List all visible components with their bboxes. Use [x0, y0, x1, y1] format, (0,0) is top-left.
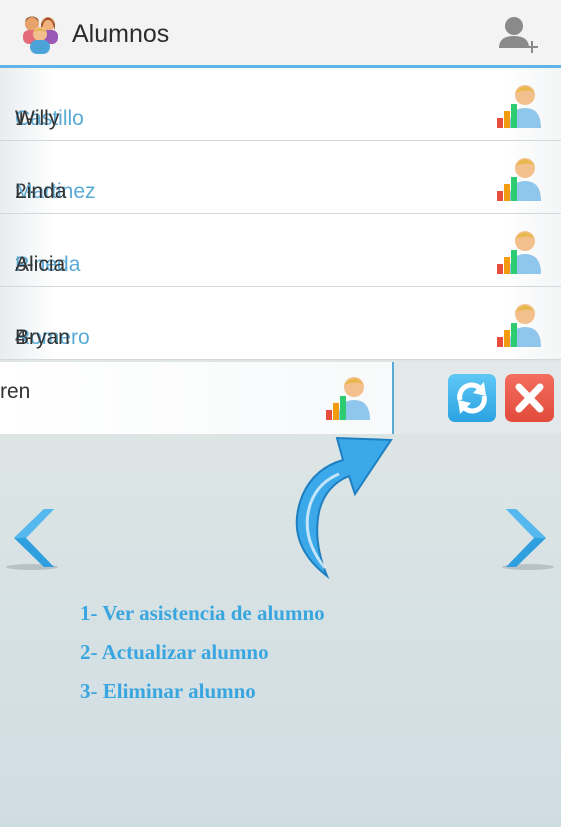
close-icon — [515, 383, 544, 413]
chevron-left-icon[interactable] — [4, 505, 60, 571]
help-line-delete: 3- Eliminar alumno — [80, 679, 256, 703]
add-user-icon[interactable] — [496, 14, 540, 56]
action-bar: Alumnos — [0, 0, 561, 68]
help-text: 1- Ver asistencia de alumno 2- Actualiza… — [80, 594, 325, 711]
delete-student-button[interactable] — [505, 374, 554, 422]
student-stats-icon[interactable] — [322, 372, 374, 424]
list-item[interactable]: 2- Martinez Linda — [0, 141, 561, 214]
student-stats-icon[interactable] — [493, 299, 545, 351]
chevron-right-icon[interactable] — [500, 505, 556, 571]
update-student-button[interactable] — [448, 374, 496, 422]
partial-name: ren — [0, 380, 31, 403]
swiped-row-front[interactable]: ren — [0, 362, 394, 434]
first-name: Alicia — [15, 253, 66, 276]
student-stats-icon[interactable] — [493, 80, 545, 132]
student-stats-icon[interactable] — [493, 226, 545, 278]
first-name: Willy — [15, 107, 60, 130]
first-name: Bryan — [15, 326, 70, 349]
student-list: 1- Castillo Willy 2- Martinez Linda 3- P… — [0, 68, 561, 360]
students-group-icon — [23, 16, 58, 54]
curved-arrow-icon — [295, 436, 393, 580]
help-line-view-attendance: 1- Ver asistencia de alumno — [80, 601, 325, 625]
page-title: Alumnos — [72, 20, 170, 48]
first-name: Linda — [15, 180, 67, 203]
help-line-update: 2- Actualizar alumno — [80, 640, 269, 664]
refresh-icon — [457, 382, 487, 414]
student-stats-icon[interactable] — [493, 153, 545, 205]
list-item[interactable]: 3- Pineda Alicia — [0, 214, 561, 287]
list-item[interactable]: 4- Romero Bryan — [0, 287, 561, 360]
list-item[interactable]: 1- Castillo Willy — [0, 68, 561, 141]
